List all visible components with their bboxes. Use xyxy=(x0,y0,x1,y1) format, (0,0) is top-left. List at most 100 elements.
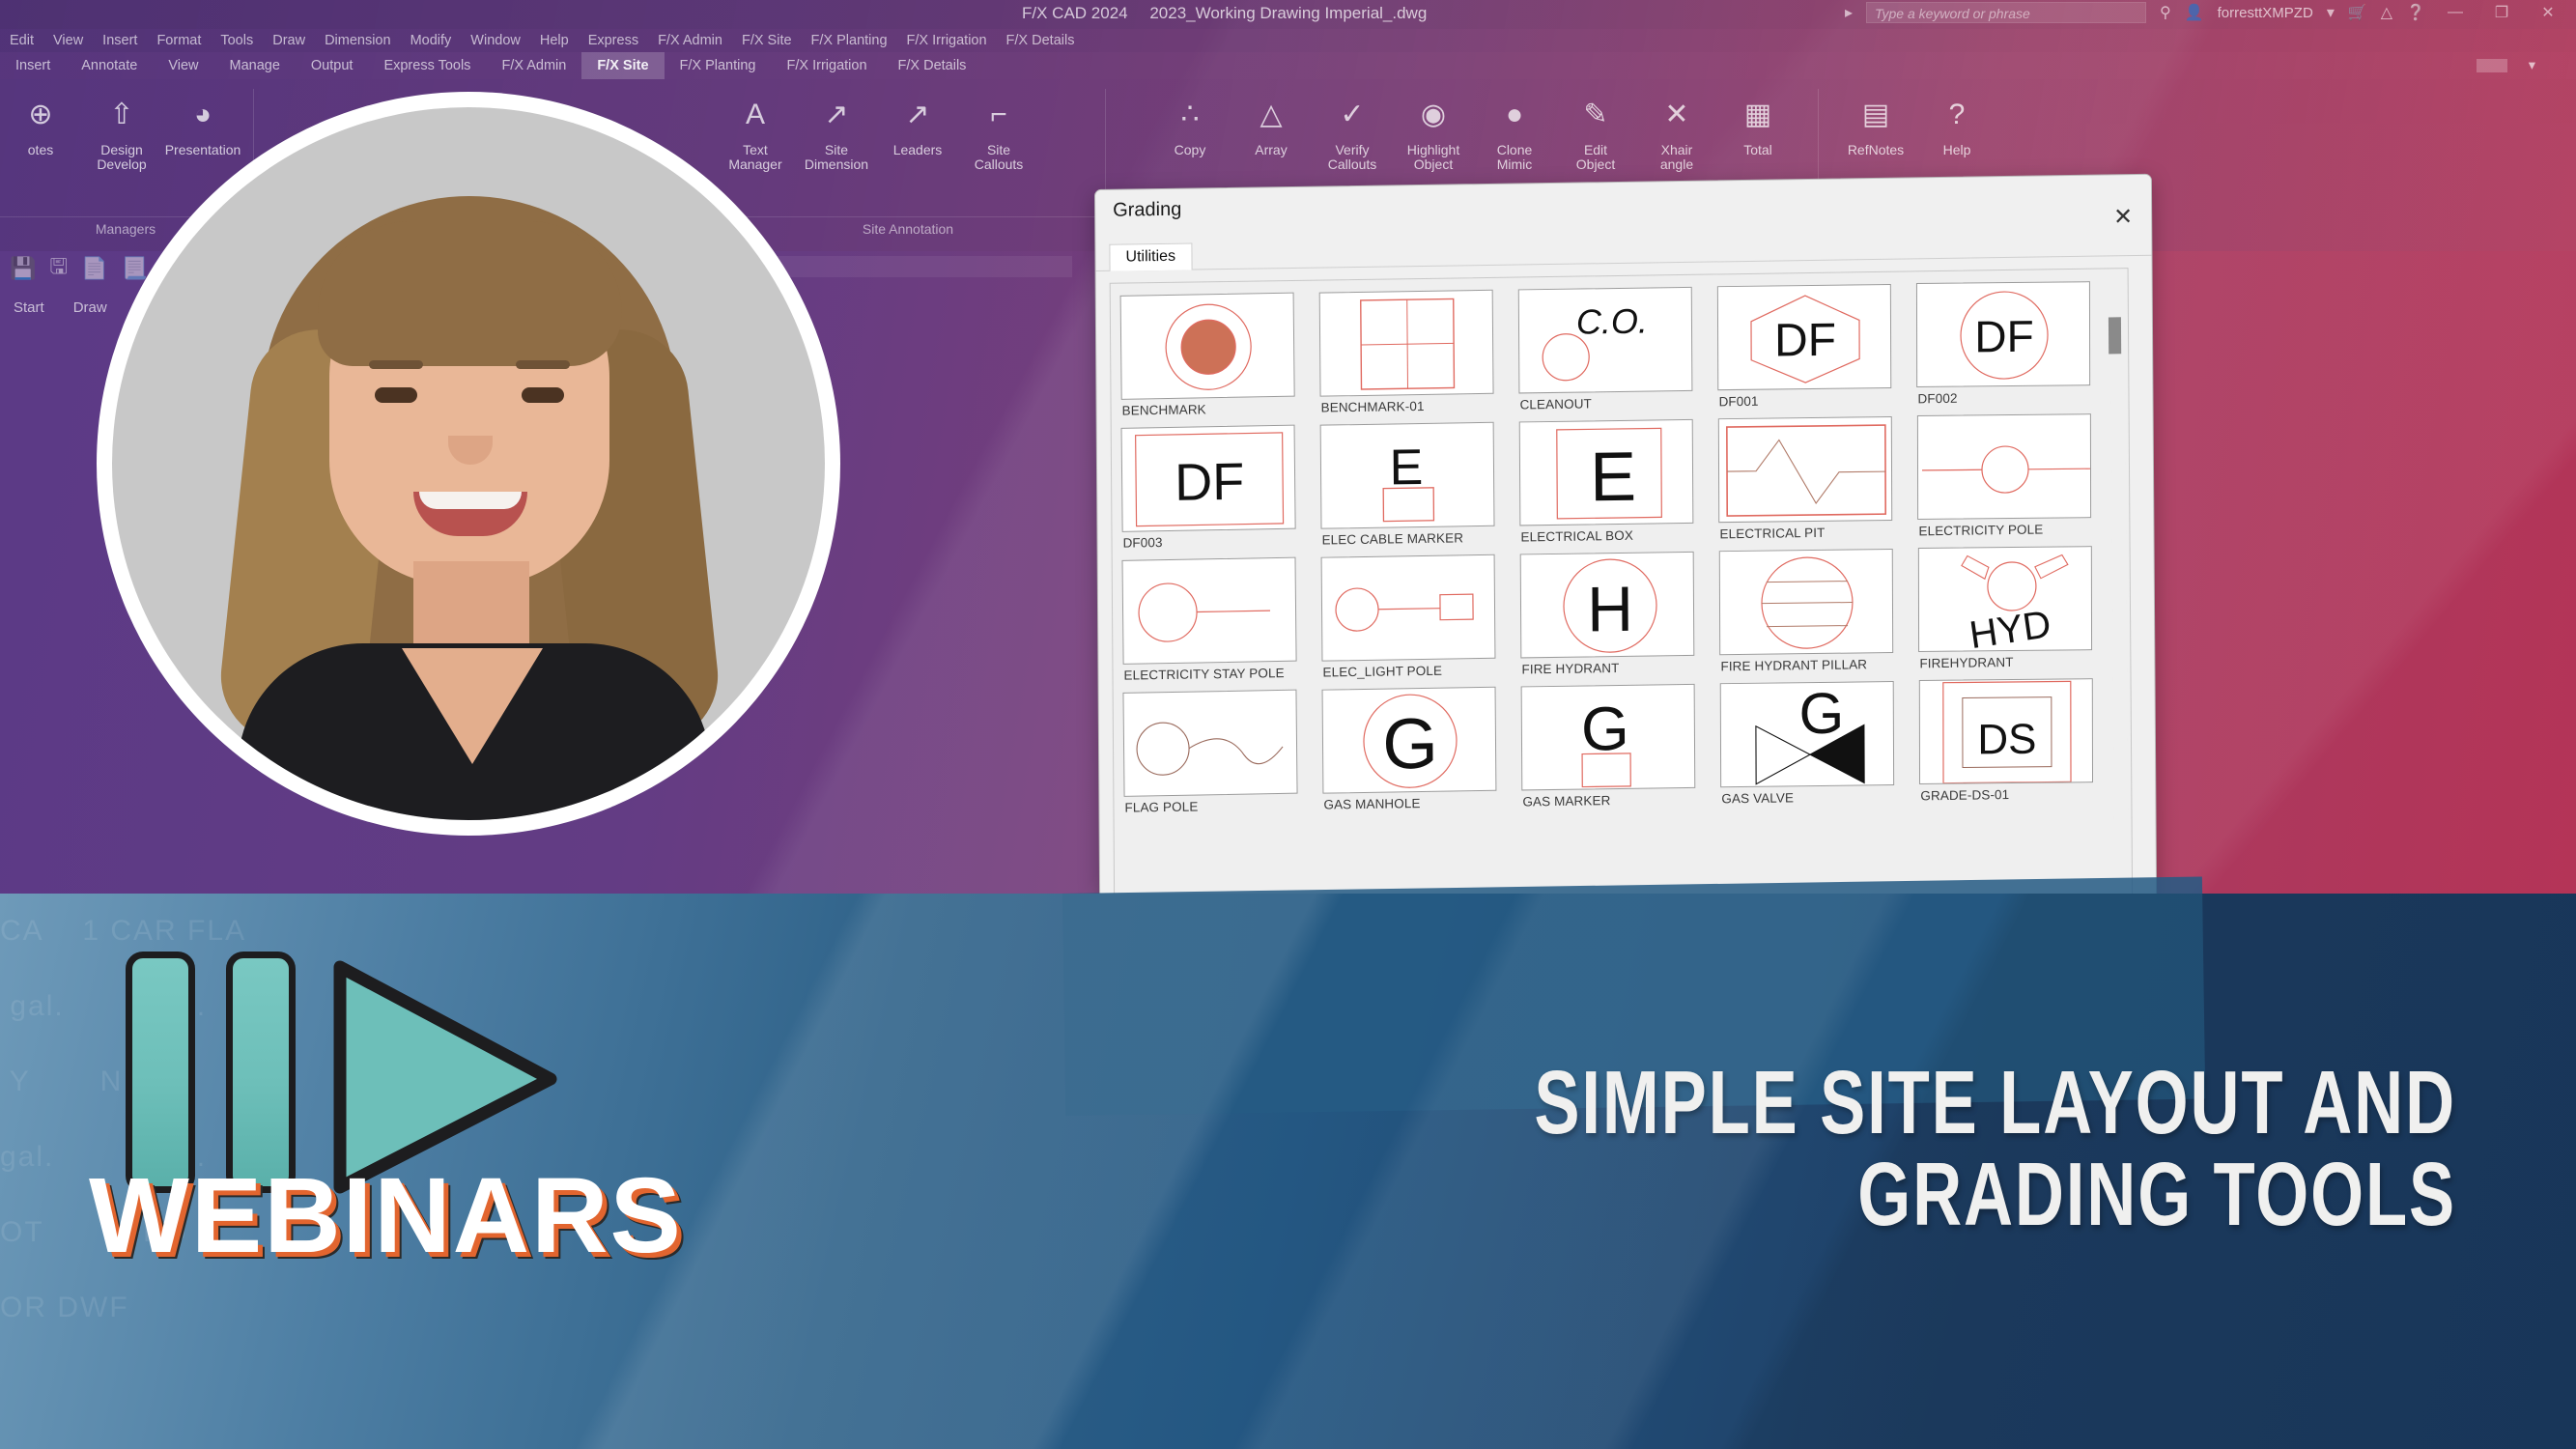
tab-f-x-admin[interactable]: F/X Admin xyxy=(486,52,581,79)
electricity-stay-pole-block[interactable] xyxy=(1121,556,1297,665)
ribbon-button-copy[interactable]: ∴ Copy xyxy=(1149,79,1231,157)
help-icon[interactable]: ❔ xyxy=(2406,3,2425,22)
ribbon-button-site-callouts[interactable]: ⌐ Site Callouts xyxy=(958,79,1039,172)
ribbon-button-edit-object[interactable]: ✎ Edit Object xyxy=(1555,79,1636,172)
elec-cable-marker-block[interactable]: E xyxy=(1319,421,1495,529)
block-cell[interactable]: DF DF002 xyxy=(1915,280,2107,415)
tab-utilities[interactable]: Utilities xyxy=(1109,242,1193,271)
ribbon-button-text-manager[interactable]: A Text Manager xyxy=(715,79,796,172)
tab-express-tools[interactable]: Express Tools xyxy=(368,52,486,79)
tab-f-x-planting[interactable]: F/X Planting xyxy=(665,52,772,79)
close-button[interactable]: ✕ xyxy=(2532,3,2564,22)
block-cell[interactable]: E ELECTRICAL BOX xyxy=(1518,418,1710,554)
menu-item-edit[interactable]: Edit xyxy=(0,33,43,48)
block-cell[interactable]: G GAS VALVE xyxy=(1719,681,1911,816)
flag-pole-block[interactable] xyxy=(1122,689,1298,797)
user-icon[interactable]: 👤 xyxy=(2185,3,2204,22)
restore-button[interactable]: ❐ xyxy=(2485,3,2518,22)
menu-item-insert[interactable]: Insert xyxy=(93,33,147,48)
block-cell[interactable]: G GAS MARKER xyxy=(1520,683,1712,819)
tab-view[interactable]: View xyxy=(153,52,213,79)
menu-item-modify[interactable]: Modify xyxy=(401,33,462,48)
ribbon-button-otes[interactable]: ⊕ otes xyxy=(0,79,81,157)
ribbon-button-leaders[interactable]: ↗ Leaders xyxy=(877,79,958,157)
account-name[interactable]: forresttXMPZD xyxy=(2218,5,2313,21)
block-cell[interactable]: DS GRADE-DS-01 xyxy=(1918,677,2109,812)
ribbon-button-presentation[interactable]: ◕ Presentation xyxy=(162,79,243,157)
ribbon-button-help[interactable]: ? Help xyxy=(1916,79,1997,157)
ribbon-button-array[interactable]: △ Array xyxy=(1231,79,1312,157)
minimize-button[interactable]: — xyxy=(2439,4,2472,21)
ribbon-button-verify-callouts[interactable]: ✓ Verify Callouts xyxy=(1312,79,1393,172)
gas-valve-block[interactable]: G xyxy=(1719,681,1895,788)
menu-item-draw[interactable]: Draw xyxy=(263,33,315,48)
ribbon-button-xhair-angle[interactable]: ✕ Xhair angle xyxy=(1636,79,1717,172)
publish-icon[interactable]: 📃 xyxy=(122,256,148,281)
menu-item-f-x-irrigation[interactable]: F/X Irrigation xyxy=(897,33,997,48)
cleanout-block[interactable]: C.O. xyxy=(1517,286,1693,394)
ribbon-button-total[interactable]: ▦ Total xyxy=(1717,79,1798,157)
search-icon[interactable]: ⚲ xyxy=(2160,3,2171,22)
menu-item-f-x-admin[interactable]: F/X Admin xyxy=(648,33,732,48)
tab-f-x-details[interactable]: F/X Details xyxy=(883,52,982,79)
menu-item-format[interactable]: Format xyxy=(147,33,211,48)
benchmark-block[interactable] xyxy=(1119,292,1295,400)
search-input[interactable]: Type a keyword or phrase xyxy=(1865,2,2146,23)
ribbon-button-refnotes[interactable]: ▤ RefNotes xyxy=(1835,79,1916,157)
menu-item-tools[interactable]: Tools xyxy=(211,33,263,48)
block-cell[interactable]: FLAG POLE xyxy=(1122,689,1314,825)
block-cell[interactable]: BENCHMARK xyxy=(1119,292,1311,428)
block-cell[interactable]: G GAS MANHOLE xyxy=(1321,686,1513,822)
ribbon-button-clone-mimic[interactable]: ● Clone Mimic xyxy=(1474,79,1555,172)
block-cell[interactable]: DF DF001 xyxy=(1716,284,1908,419)
ribbon-tab-overflow[interactable]: ▾ xyxy=(2476,52,2551,79)
block-cell[interactable]: C.O. CLEANOUT xyxy=(1517,286,1709,422)
electricity-pole-block[interactable] xyxy=(1916,413,2092,520)
df001-block[interactable]: DF xyxy=(1716,284,1892,391)
electrical-box-block[interactable]: E xyxy=(1518,418,1694,526)
menu-item-express[interactable]: Express xyxy=(579,33,648,48)
chevron-down-icon[interactable]: ▾ xyxy=(2513,52,2551,79)
autodesk-icon[interactable]: △ xyxy=(2381,3,2392,22)
firehydrant-block[interactable]: HYD xyxy=(1917,546,2093,652)
block-cell[interactable]: E ELEC CABLE MARKER xyxy=(1319,421,1511,557)
tab-annotate[interactable]: Annotate xyxy=(66,52,153,79)
benchmark-01-block[interactable] xyxy=(1318,289,1494,397)
tab-draw[interactable]: Draw xyxy=(73,299,107,316)
menu-item-view[interactable]: View xyxy=(43,33,93,48)
plot-icon[interactable]: 📄 xyxy=(81,256,107,281)
tab-start[interactable]: Start xyxy=(14,299,44,316)
tab-f-x-site[interactable]: F/X Site xyxy=(581,52,665,79)
save-icon[interactable]: 💾 xyxy=(10,256,36,281)
block-cell[interactable]: ELECTRICITY POLE xyxy=(1916,412,2108,548)
menu-item-f-x-details[interactable]: F/X Details xyxy=(997,33,1085,48)
block-cell[interactable]: DF DF003 xyxy=(1120,424,1312,560)
tab-insert[interactable]: Insert xyxy=(0,52,66,79)
chevron-down-icon[interactable]: ▾ xyxy=(2327,3,2335,22)
fire-hydrant-block[interactable]: H xyxy=(1519,551,1695,659)
electrical-pit-block[interactable] xyxy=(1717,416,1893,524)
menu-item-help[interactable]: Help xyxy=(530,33,579,48)
ribbon-button-highlight-object[interactable]: ◉ Highlight Object xyxy=(1393,79,1474,172)
menu-item-f-x-site[interactable]: F/X Site xyxy=(732,33,802,48)
block-cell[interactable]: ELECTRICITY STAY POLE xyxy=(1121,556,1313,693)
grade-ds-01-block[interactable]: DS xyxy=(1918,678,2094,784)
gas-manhole-block[interactable]: G xyxy=(1321,686,1497,794)
menu-item-dimension[interactable]: Dimension xyxy=(315,33,401,48)
tab-output[interactable]: Output xyxy=(296,52,369,79)
block-cell[interactable]: ELEC_LIGHT POLE xyxy=(1320,554,1512,690)
fire-hydrant-pillar-block[interactable] xyxy=(1718,549,1894,656)
elec-light-pole-block[interactable] xyxy=(1320,554,1496,662)
menu-item-window[interactable]: Window xyxy=(461,33,530,48)
save-as-icon[interactable]: 🖫 xyxy=(49,250,68,287)
ribbon-button-design-develop[interactable]: ⇧ Design Develop xyxy=(81,79,162,172)
df003-block[interactable]: DF xyxy=(1120,424,1296,532)
cart-icon[interactable]: 🛒 xyxy=(2348,3,2367,22)
menu-item-f-x-planting[interactable]: F/X Planting xyxy=(802,33,897,48)
tab-manage[interactable]: Manage xyxy=(214,52,296,79)
block-cell[interactable]: HYD FIREHYDRANT xyxy=(1917,545,2109,680)
scrollbar-thumb[interactable] xyxy=(2108,317,2122,355)
df002-block[interactable]: DF xyxy=(1915,281,2091,387)
block-cell[interactable]: H FIRE HYDRANT xyxy=(1519,551,1711,687)
gas-marker-block[interactable]: G xyxy=(1520,683,1696,791)
